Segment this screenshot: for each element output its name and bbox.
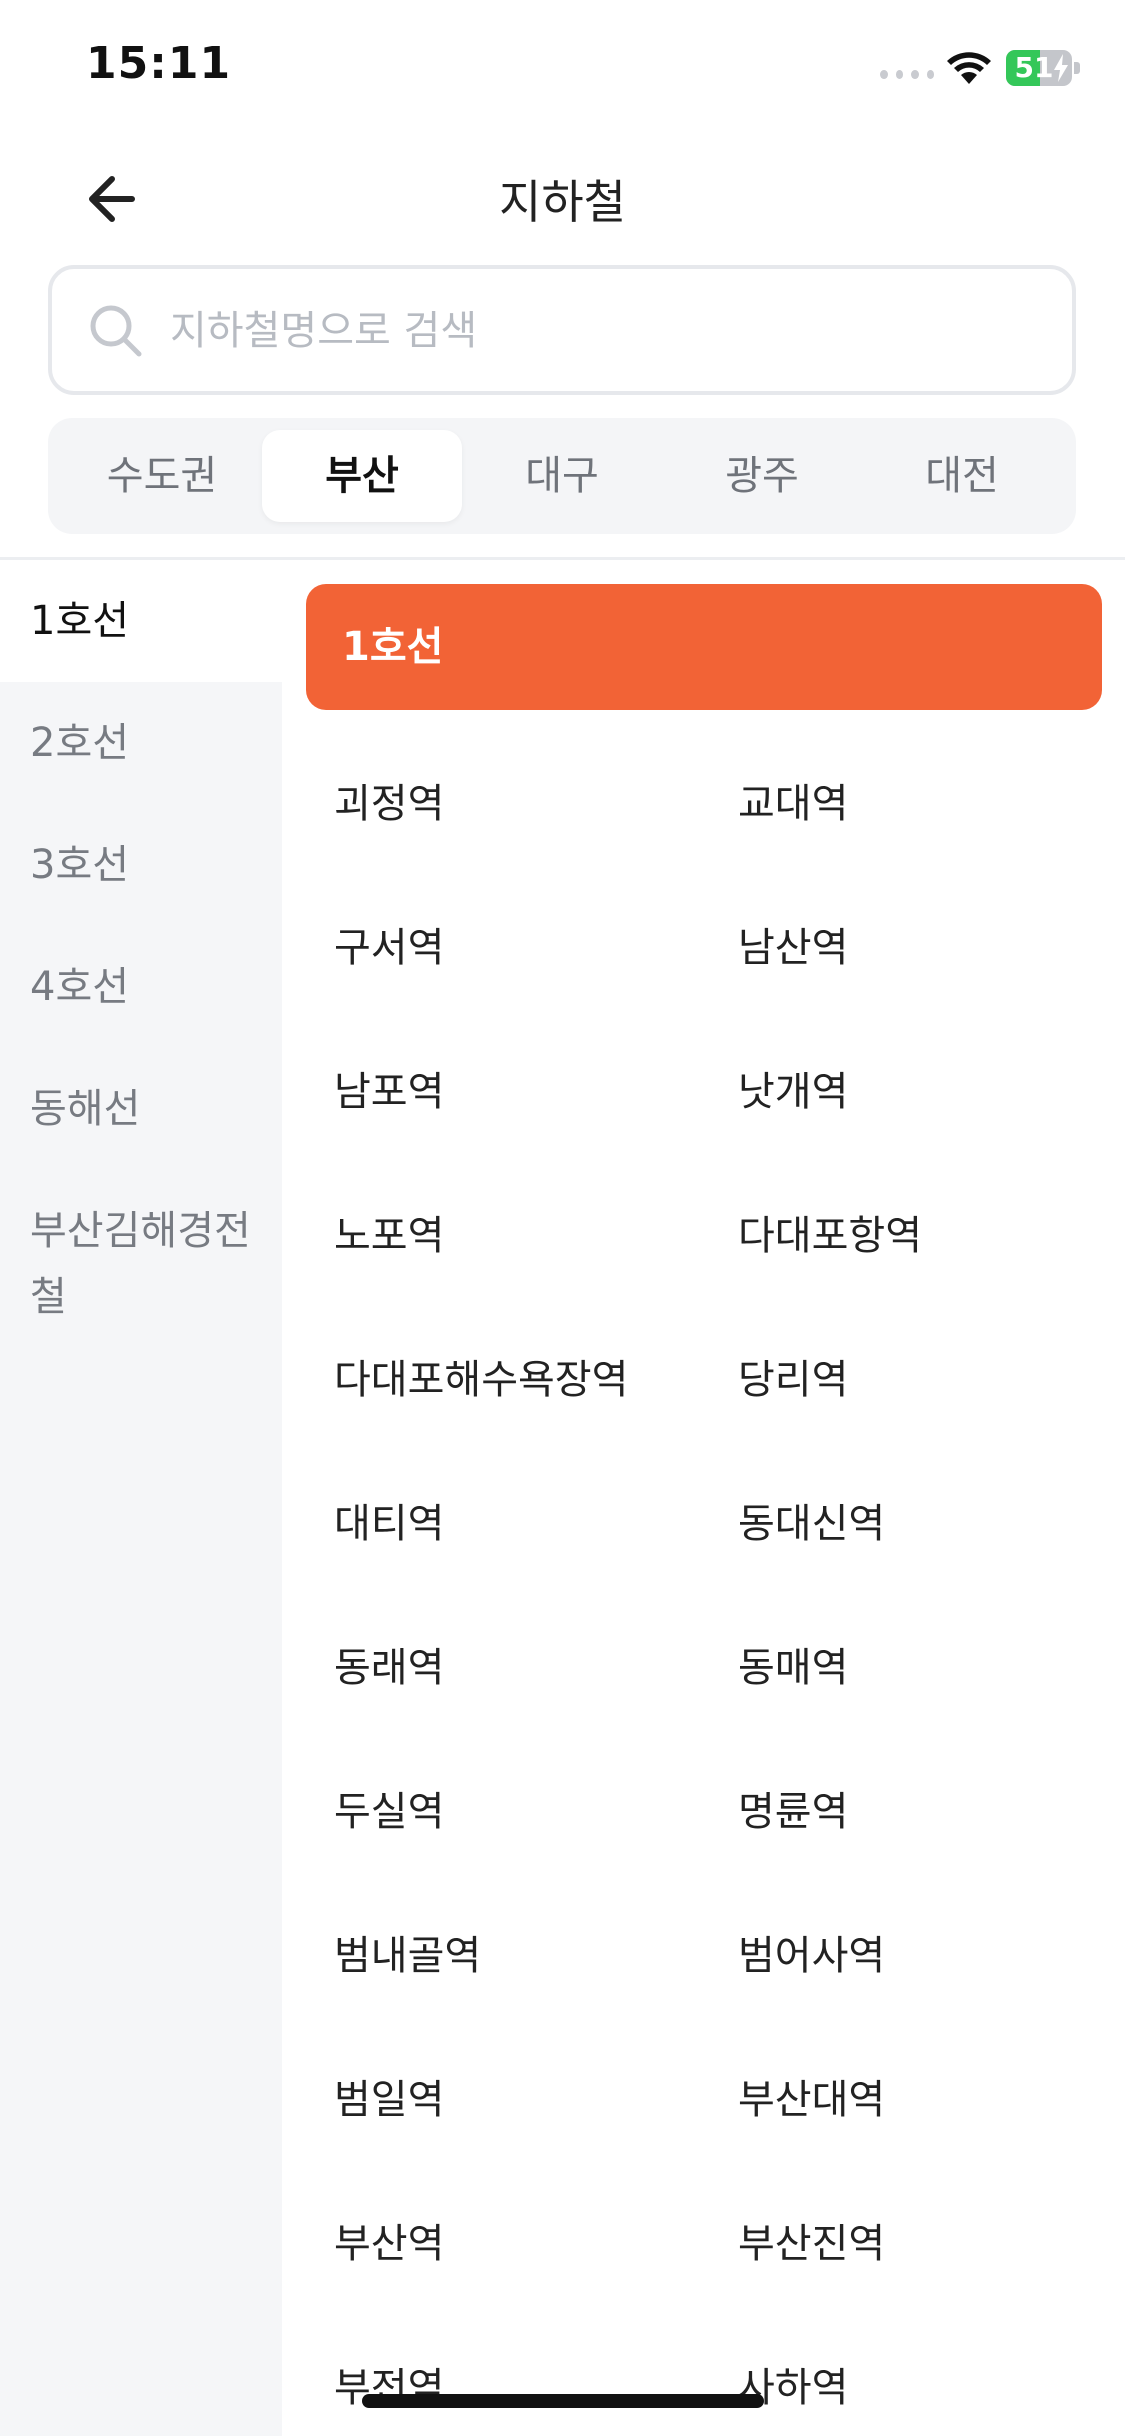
station-grid: 괴정역 교대역 구서역 남산역 남포역 낫개역 노포역 다대포항역 다대포해수욕… (282, 732, 1125, 2436)
tab-region[interactable]: 대구 (462, 430, 662, 522)
station-item[interactable]: 대티역 (282, 1452, 686, 1596)
station-item[interactable]: 다대포해수욕장역 (282, 1308, 686, 1452)
station-item[interactable]: 명륜역 (686, 1740, 1090, 1884)
region-tabs: 수도권 부산 대구 광주 대전 (48, 418, 1076, 534)
station-panel: 1호선 괴정역 교대역 구서역 남산역 남포역 낫개역 노포역 다대포항역 다대… (282, 560, 1125, 2436)
line-item[interactable]: 4호선 (0, 926, 282, 1048)
charging-bolt-icon (1054, 54, 1068, 82)
station-item[interactable]: 부산대역 (686, 2028, 1090, 2172)
line-item[interactable]: 3호선 (0, 804, 282, 926)
line-item-label: 3호선 (30, 842, 130, 888)
line-item-label: 부산김해경전철 (30, 1208, 251, 1320)
station-item[interactable]: 부산진역 (686, 2172, 1090, 2316)
station-item[interactable]: 범일역 (282, 2028, 686, 2172)
tab-region[interactable]: 수도권 (62, 430, 262, 522)
line-item[interactable]: 2호선 (0, 682, 282, 804)
search-icon (90, 305, 142, 357)
line-list: 1호선 2호선 3호선 4호선 동해선 부산김해경전철 (0, 560, 282, 2436)
station-item[interactable]: 괴정역 (282, 732, 686, 876)
wifi-icon (947, 52, 991, 84)
station-item[interactable]: 남포역 (282, 1020, 686, 1164)
station-item[interactable]: 부전역 (282, 2316, 686, 2436)
station-item[interactable]: 두실역 (282, 1740, 686, 1884)
station-item[interactable]: 구서역 (282, 876, 686, 1020)
station-item[interactable]: 낫개역 (686, 1020, 1090, 1164)
line-item-label: 1호선 (30, 598, 130, 644)
status-time: 15:11 (86, 38, 232, 89)
station-item[interactable]: 남산역 (686, 876, 1090, 1020)
line-item-label: 2호선 (30, 720, 130, 766)
line-item-label: 동해선 (30, 1086, 141, 1132)
station-item[interactable]: 사하역 (686, 2316, 1090, 2436)
tab-region[interactable]: 광주 (662, 430, 862, 522)
station-item[interactable]: 다대포항역 (686, 1164, 1090, 1308)
home-indicator (362, 2394, 764, 2408)
search-input[interactable] (170, 291, 1030, 371)
line-item[interactable]: 부산김해경전철 (0, 1170, 282, 1358)
line-item-label: 4호선 (30, 964, 130, 1010)
battery-percent: 51 (1014, 51, 1054, 84)
station-item[interactable]: 동래역 (282, 1596, 686, 1740)
station-item[interactable]: 당리역 (686, 1308, 1090, 1452)
page-title: 지하철 (499, 175, 626, 229)
station-item[interactable]: 교대역 (686, 732, 1090, 876)
line-item[interactable]: 동해선 (0, 1048, 282, 1170)
screen: 15:11 51 지하철 수도권 (0, 0, 1125, 2436)
battery-icon: 51 (1006, 50, 1080, 86)
tab-region[interactable]: 대전 (862, 430, 1062, 522)
station-item[interactable]: 노포역 (282, 1164, 686, 1308)
station-item[interactable]: 동대신역 (686, 1452, 1090, 1596)
station-item[interactable]: 범어사역 (686, 1884, 1090, 2028)
line-item[interactable]: 1호선 (0, 560, 282, 682)
status-bar: 15:11 51 (0, 0, 1125, 140)
station-item[interactable]: 범내골역 (282, 1884, 686, 2028)
station-item[interactable]: 동매역 (686, 1596, 1090, 1740)
tab-region[interactable]: 부산 (262, 430, 462, 522)
search-box[interactable] (48, 265, 1076, 395)
station-item[interactable]: 부산역 (282, 2172, 686, 2316)
selected-line-header: 1호선 (306, 584, 1102, 710)
signal-icon (880, 70, 934, 82)
